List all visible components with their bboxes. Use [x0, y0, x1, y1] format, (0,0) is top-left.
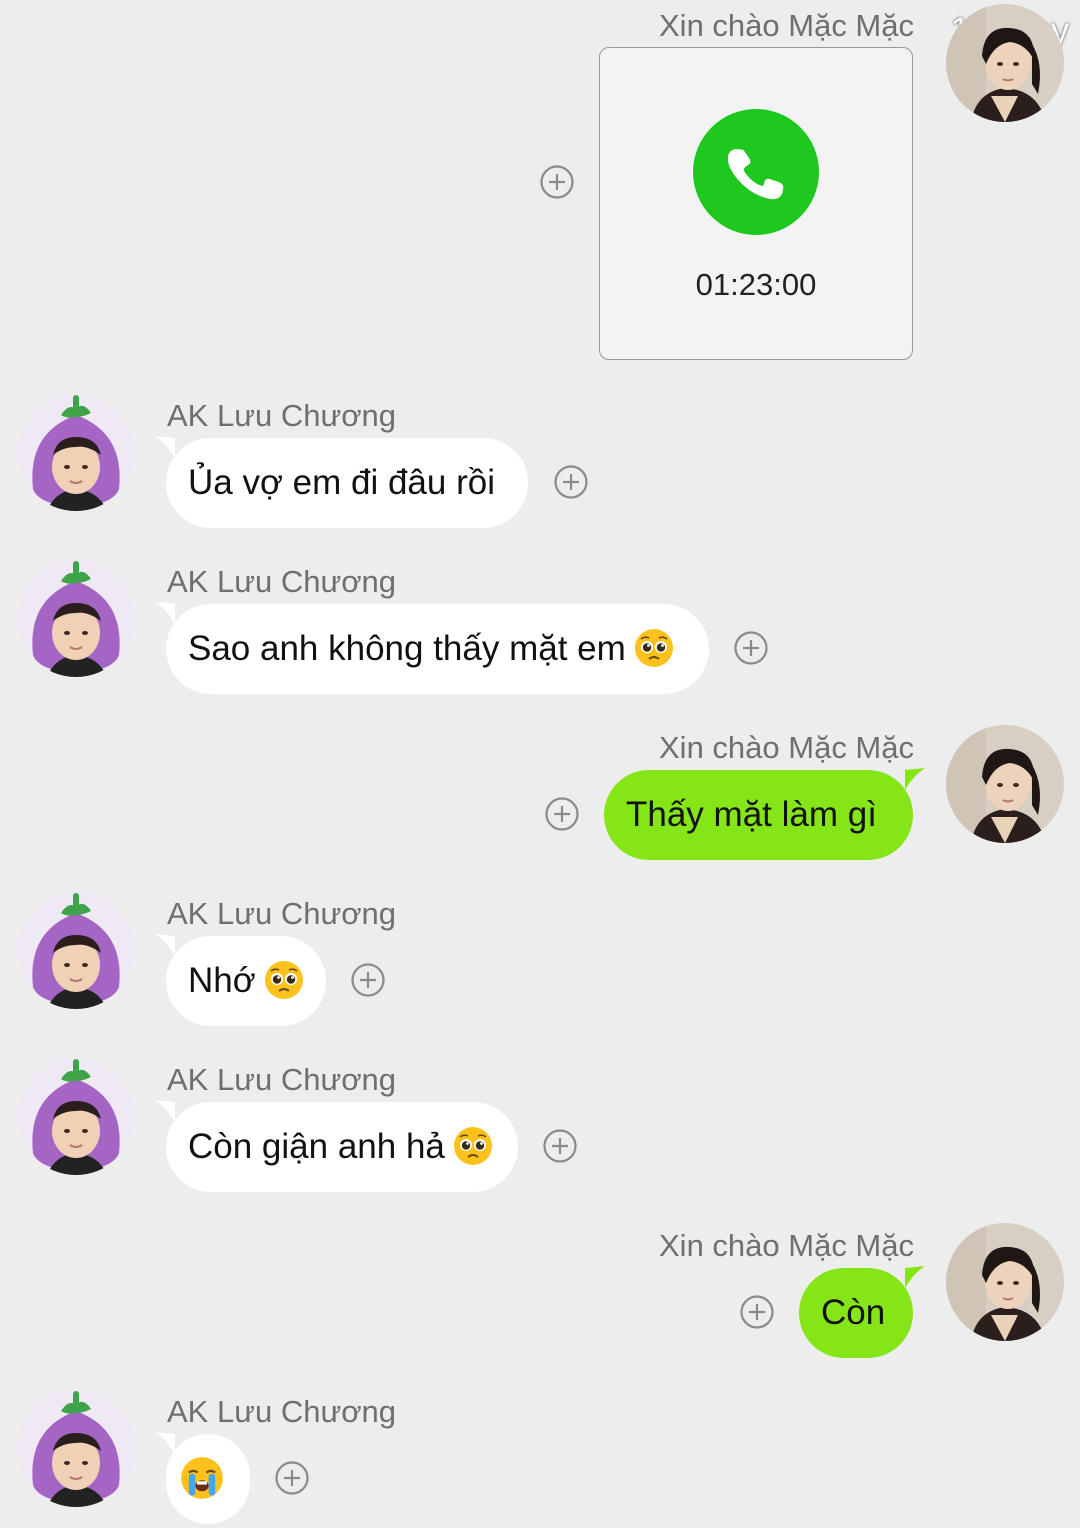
reaction-plus-button[interactable] — [545, 797, 579, 831]
avatar-photo-eggplant-hat-icon — [17, 393, 135, 511]
reaction-plus-button[interactable] — [540, 165, 574, 199]
avatar-other[interactable] — [17, 1057, 135, 1175]
message-text: Sao anh không thấy mặt em — [188, 629, 626, 668]
sender-name-other: AK Lưu Chương — [167, 1062, 397, 1097]
avatar-photo-eggplant-hat-icon — [17, 1057, 135, 1175]
avatar-photo-man-icon — [946, 1223, 1064, 1341]
reaction-plus-button[interactable] — [734, 631, 768, 665]
reaction-plus-button[interactable] — [275, 1461, 309, 1495]
plus-circle-icon — [540, 165, 574, 199]
loudly-crying-face-emoji-icon — [180, 1456, 224, 1500]
call-card[interactable]: 01:23:00 — [599, 47, 913, 360]
message-bubble-outgoing[interactable]: Thấy mặt làm gì — [604, 770, 913, 860]
message-bubble-incoming[interactable] — [166, 1434, 250, 1524]
message-bubble-incoming[interactable]: Sao anh không thấy mặt em — [166, 604, 709, 694]
avatar-other[interactable] — [17, 393, 135, 511]
bubble-tail — [155, 934, 175, 956]
pleading-face-emoji-icon — [634, 628, 674, 668]
message-bubble-incoming[interactable]: Nhớ — [166, 936, 326, 1026]
sender-name-me: Xin chào Mặc Mặc — [659, 730, 914, 765]
pleading-face-emoji-icon — [453, 1126, 493, 1166]
avatar-photo-eggplant-hat-icon — [17, 1389, 135, 1507]
message-bubble-incoming[interactable]: Ủa vợ em đi đâu rồi — [166, 438, 528, 528]
sender-name-other: AK Lưu Chương — [167, 564, 397, 599]
sender-name-other: AK Lưu Chương — [167, 398, 397, 433]
bubble-tail — [155, 1100, 175, 1122]
plus-circle-icon — [545, 797, 579, 831]
reaction-plus-button[interactable] — [554, 465, 588, 499]
avatar-photo-eggplant-hat-icon — [17, 559, 135, 677]
bubble-tail — [155, 1432, 175, 1454]
avatar-me[interactable] — [946, 4, 1064, 122]
message-bubble-incoming[interactable]: Còn giận anh hả — [166, 1102, 518, 1192]
avatar-photo-man-icon — [946, 4, 1064, 122]
plus-circle-icon — [543, 1129, 577, 1163]
avatar-photo-man-icon — [946, 725, 1064, 843]
avatar-me[interactable] — [946, 725, 1064, 843]
phone-icon — [693, 109, 819, 235]
avatar-me[interactable] — [946, 1223, 1064, 1341]
avatar-other[interactable] — [17, 1389, 135, 1507]
message-text: Nhớ — [188, 961, 256, 1000]
sender-name-other: AK Lưu Chương — [167, 896, 397, 931]
reaction-plus-button[interactable] — [740, 1295, 774, 1329]
pleading-face-emoji-icon — [264, 960, 304, 1000]
message-text: Còn giận anh hả — [188, 1127, 445, 1166]
sender-name-me: Xin chào Mặc Mặc — [659, 8, 914, 43]
plus-circle-icon — [734, 631, 768, 665]
bubble-tail — [155, 436, 175, 458]
message-bubble-outgoing[interactable]: Còn — [799, 1268, 913, 1358]
plus-circle-icon — [351, 963, 385, 997]
sender-name-other: AK Lưu Chương — [167, 1394, 397, 1429]
message-text: Còn — [821, 1293, 886, 1332]
message-text: Ủa vợ em đi đâu rồi — [188, 463, 495, 502]
avatar-other[interactable] — [17, 891, 135, 1009]
call-duration: 01:23:00 — [695, 267, 817, 302]
plus-circle-icon — [740, 1295, 774, 1329]
bubble-tail — [905, 768, 925, 790]
message-text: Thấy mặt làm gì — [626, 795, 877, 834]
reaction-plus-button[interactable] — [351, 963, 385, 997]
avatar-other[interactable] — [17, 559, 135, 677]
sender-name-me: Xin chào Mặc Mặc — [659, 1228, 914, 1263]
reaction-plus-button[interactable] — [543, 1129, 577, 1163]
plus-circle-icon — [275, 1461, 309, 1495]
bubble-tail — [905, 1266, 925, 1288]
plus-circle-icon — [554, 465, 588, 499]
bubble-tail — [155, 602, 175, 624]
avatar-photo-eggplant-hat-icon — [17, 891, 135, 1009]
